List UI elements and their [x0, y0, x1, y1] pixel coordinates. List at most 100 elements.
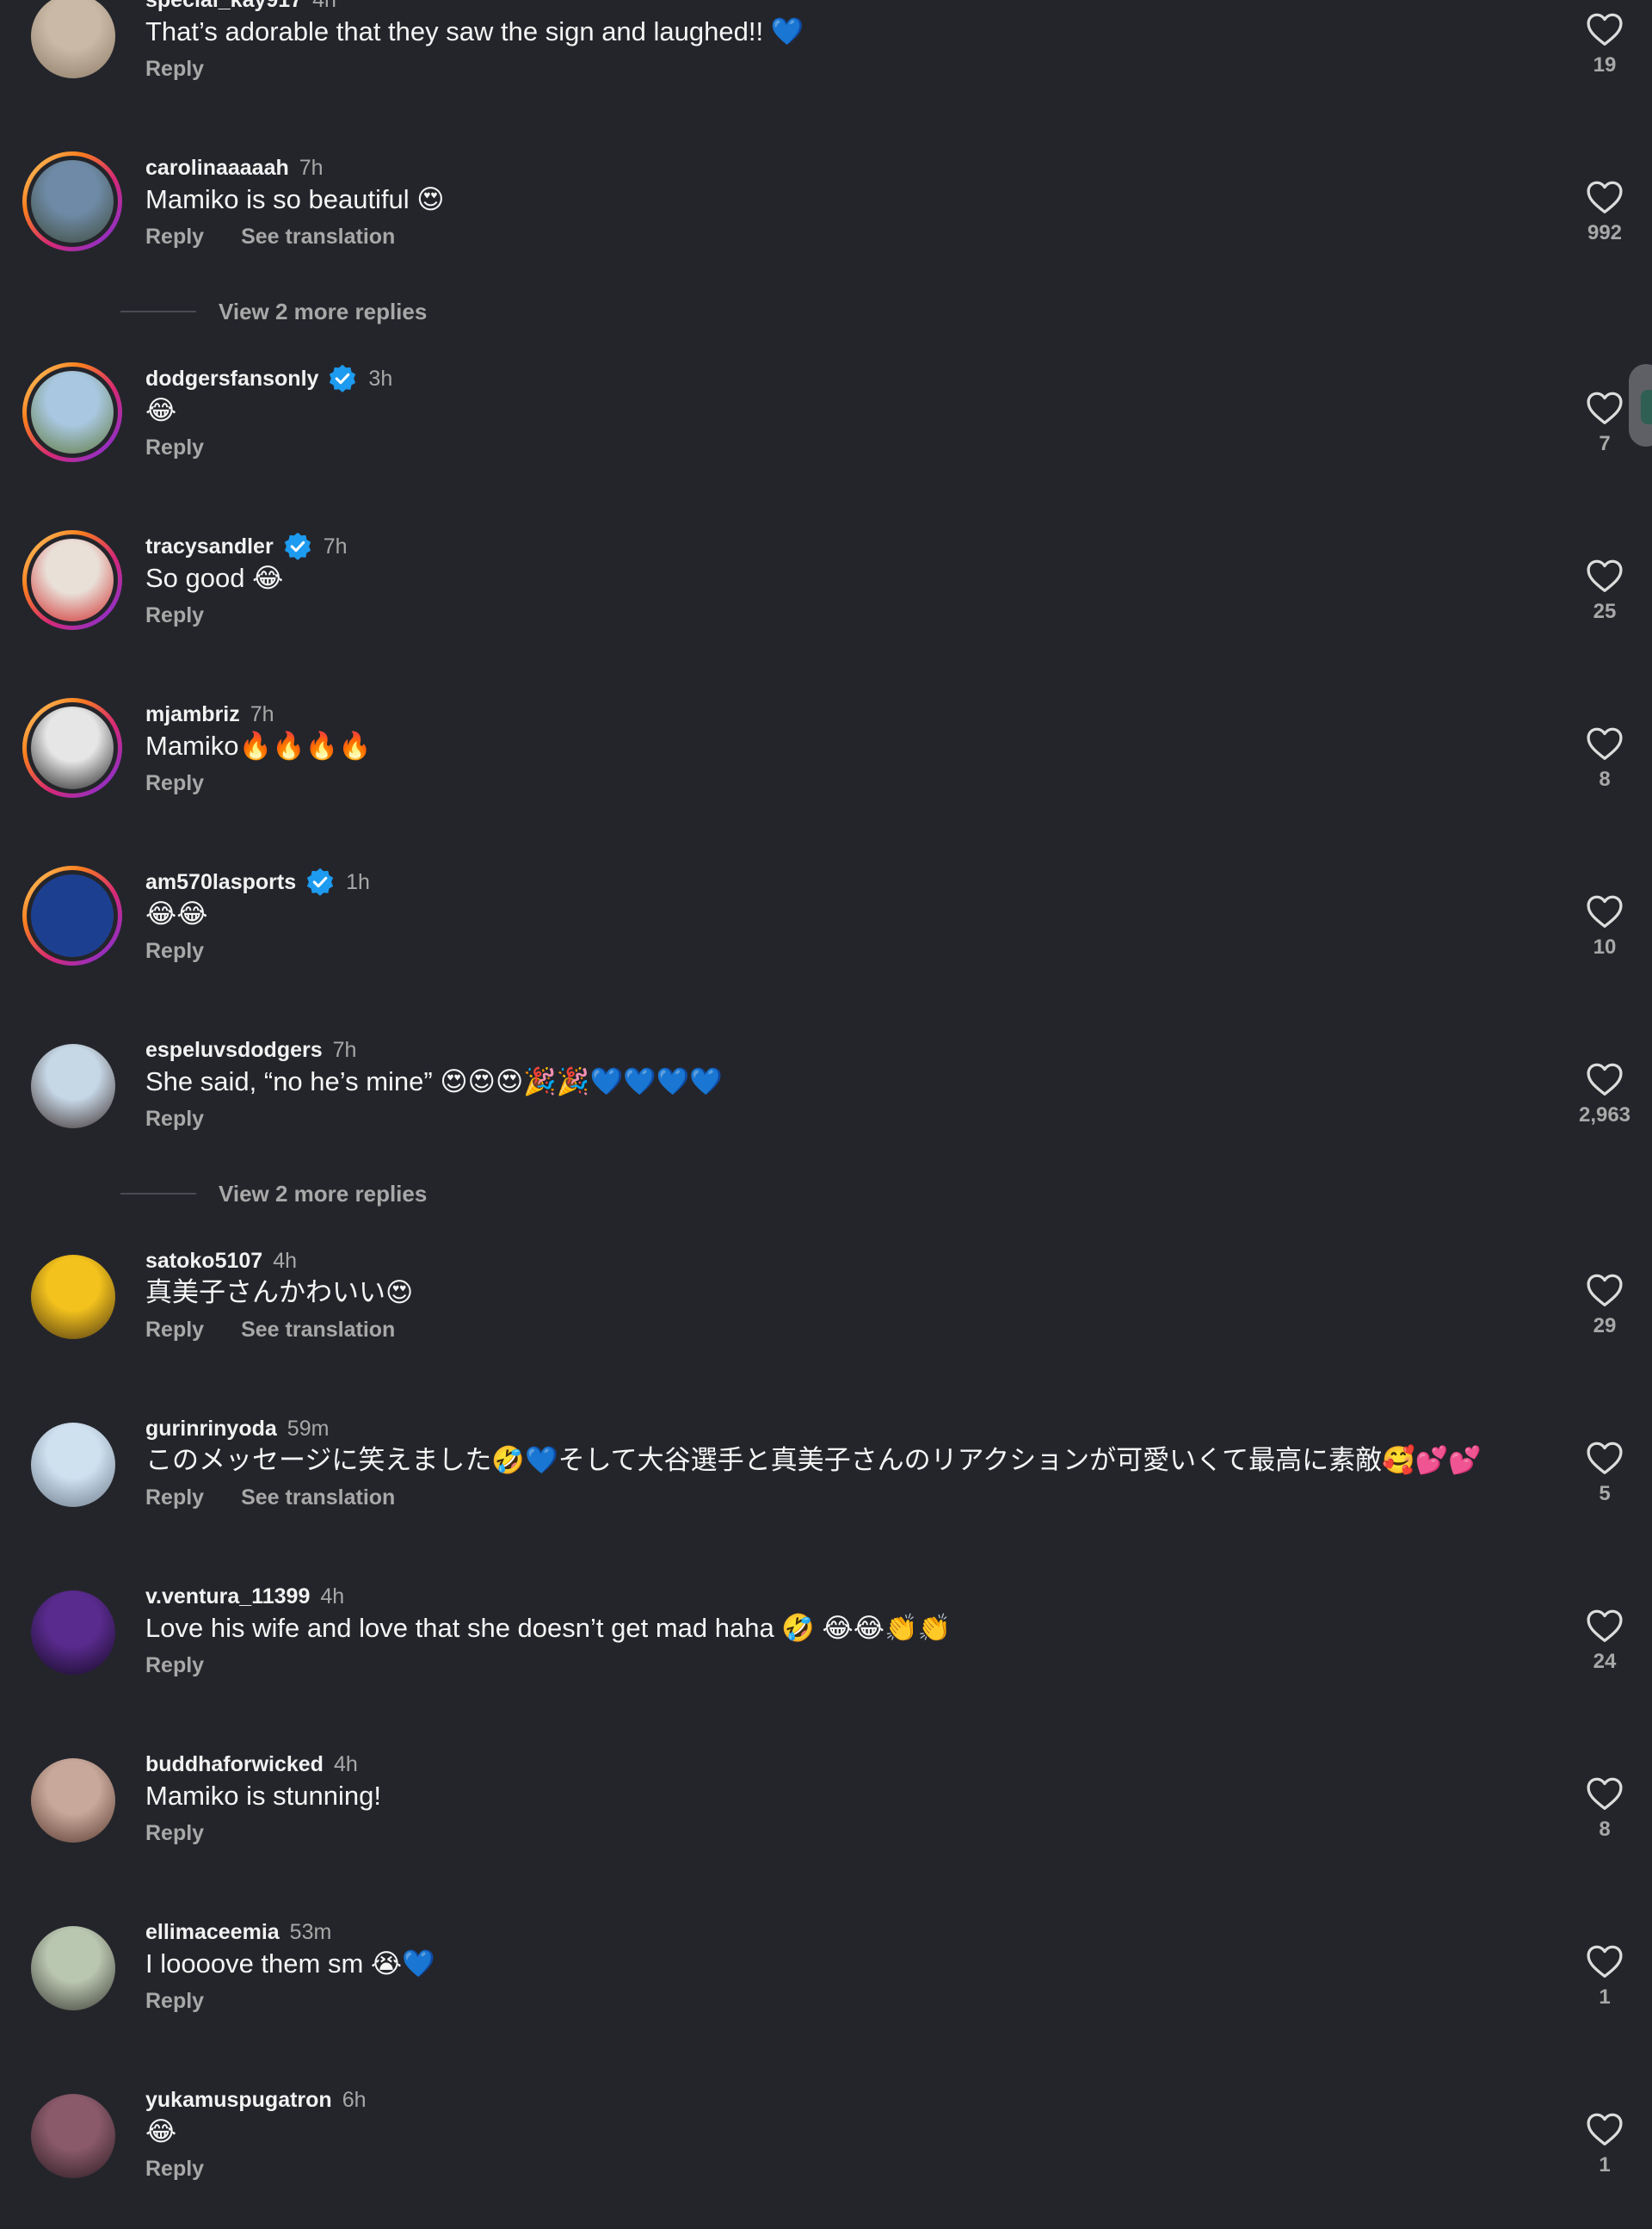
comment-header: tracysandler 7h	[145, 532, 348, 561]
avatar-image	[31, 1926, 115, 2010]
avatar[interactable]	[22, 530, 122, 630]
comment-text: このメッセージに笑えました🤣💙そして大谷選手と真美子さんのリアクションが可愛いく…	[145, 1445, 1482, 1475]
comment-username[interactable]: mjambriz	[145, 702, 240, 727]
avatar[interactable]	[22, 698, 122, 798]
like-count: 24	[1593, 1650, 1617, 1673]
comment-item: carolinaaaaah 7h Mamiko is so beautiful 😍 R…	[0, 151, 1652, 319]
like-button[interactable]: 992	[1566, 180, 1643, 245]
avatar[interactable]	[31, 0, 115, 78]
heart-outline-icon	[1587, 1609, 1623, 1642]
reply-button[interactable]: Reply	[145, 225, 204, 250]
like-button[interactable]: 5	[1566, 1441, 1643, 1506]
avatar[interactable]	[31, 1758, 115, 1843]
comment-username[interactable]: am570lasports	[145, 870, 296, 895]
comment-text: 真美子さんかわいい😍	[145, 1277, 414, 1307]
like-count: 8	[1599, 768, 1611, 791]
comment-timestamp: 59m	[287, 1416, 330, 1441]
like-button[interactable]: 29	[1566, 1273, 1643, 1338]
avatar[interactable]	[31, 1926, 115, 2010]
comment-header: special_kay917 4h	[145, 0, 336, 15]
reply-button[interactable]: Reply	[145, 57, 204, 82]
reply-button[interactable]: Reply	[145, 1107, 204, 1132]
comment-text: Mamiko is stunning!	[145, 1781, 381, 1811]
like-count: 2,963	[1578, 1103, 1631, 1127]
verified-badge-icon	[330, 364, 356, 392]
comment-header: am570lasports 1h	[145, 868, 370, 897]
avatar-image	[31, 1044, 115, 1128]
view-more-replies-button[interactable]: View 2 more replies	[120, 296, 427, 327]
comment-actions: Reply	[145, 57, 204, 82]
comment-timestamp: 53m	[289, 1919, 332, 1944]
comment-username[interactable]: buddhaforwicked	[145, 1752, 324, 1777]
avatar-image	[31, 1255, 115, 1339]
comment-item: gurinrinyoda 59m このメッセージに笑えました🤣💙そして大谷選手と真美…	[0, 1412, 1652, 1580]
comment-item: ellimaceemia 53m I loooove them sm 😭💙 Reply…	[0, 1916, 1652, 2084]
comment-username[interactable]: espeluvsdodgers	[145, 1038, 323, 1063]
like-count: 8	[1599, 1818, 1611, 1841]
comment-actions: Reply	[145, 939, 204, 964]
scroll-handle[interactable]	[1629, 364, 1652, 447]
comment-text: She said, “no he’s mine” 😍😍😍🎉🎉💙💙💙💙	[145, 1066, 723, 1096]
comment-text: I loooove them sm 😭💙	[145, 1948, 435, 1979]
avatar[interactable]	[31, 2094, 115, 2178]
heart-outline-icon	[1587, 727, 1623, 760]
reply-button[interactable]: Reply	[145, 1485, 204, 1510]
avatar[interactable]	[31, 1423, 115, 1507]
see-translation-button[interactable]: See translation	[241, 225, 395, 250]
like-button[interactable]: 10	[1566, 894, 1643, 960]
comment-username[interactable]: tracysandler	[145, 534, 274, 559]
avatar[interactable]	[22, 151, 122, 251]
reply-button[interactable]: Reply	[145, 1653, 204, 1678]
avatar[interactable]	[31, 1255, 115, 1339]
like-button[interactable]: 1	[1566, 2112, 1643, 2177]
avatar[interactable]	[22, 866, 122, 966]
reply-button[interactable]: Reply	[145, 435, 204, 460]
reply-button[interactable]: Reply	[145, 2157, 204, 2182]
comment-username[interactable]: carolinaaaaah	[145, 156, 289, 181]
avatar-image	[31, 1590, 115, 1675]
comment-username[interactable]: special_kay917	[145, 0, 302, 13]
like-button[interactable]: 8	[1566, 726, 1643, 792]
like-count: 992	[1587, 221, 1623, 244]
comment-item: tracysandler 7h So good 😂 Reply 25	[0, 530, 1652, 698]
comment-timestamp: 3h	[368, 366, 393, 391]
see-translation-button[interactable]: See translation	[241, 1485, 395, 1510]
like-button[interactable]: 25	[1566, 559, 1643, 624]
comment-actions: Reply See translation	[145, 1318, 395, 1343]
comment-username[interactable]: dodgersfansonly	[145, 367, 318, 392]
avatar-image	[31, 0, 115, 78]
comment-actions: Reply	[145, 771, 204, 796]
like-button[interactable]: 8	[1566, 1776, 1643, 1842]
like-count: 10	[1593, 935, 1617, 959]
comment-header: v.ventura_11399 4h	[145, 1582, 344, 1611]
reply-button[interactable]: Reply	[145, 771, 204, 796]
avatar[interactable]	[22, 362, 122, 462]
reply-button[interactable]: Reply	[145, 1318, 204, 1343]
view-more-replies-label: View 2 more replies	[219, 298, 428, 324]
comment-username[interactable]: gurinrinyoda	[145, 1417, 277, 1442]
comment-item: dodgersfansonly 3h 😂 Reply 7	[0, 362, 1652, 530]
avatar[interactable]	[31, 1590, 115, 1675]
avatar-image	[27, 156, 118, 247]
comment-username[interactable]: satoko5107	[145, 1249, 262, 1274]
comment-username[interactable]: v.ventura_11399	[145, 1584, 310, 1609]
comment-username[interactable]: ellimaceemia	[145, 1920, 280, 1945]
like-button[interactable]: 24	[1566, 1608, 1643, 1674]
comment-item: special_kay917 4h That’s adorable that the…	[0, 0, 1652, 151]
reply-button[interactable]: Reply	[145, 1821, 204, 1846]
comment-header: ellimaceemia 53m	[145, 1917, 331, 1947]
like-button[interactable]: 2,963	[1566, 1062, 1643, 1127]
comment-username[interactable]: yukamuspugatron	[145, 2088, 332, 2113]
view-more-replies-button[interactable]: View 2 more replies	[120, 1178, 427, 1209]
reply-button[interactable]: Reply	[145, 1989, 204, 2014]
comment-item: satoko5107 4h 真美子さんかわいい😍 Reply See translati…	[0, 1244, 1652, 1412]
avatar[interactable]	[31, 1044, 115, 1128]
see-translation-button[interactable]: See translation	[241, 1318, 395, 1343]
comment-text: Mamiko is so beautiful 😍	[145, 184, 445, 214]
like-button[interactable]: 1	[1566, 1944, 1643, 2010]
comment-header: yukamuspugatron 6h	[145, 2085, 367, 2115]
reply-button[interactable]: Reply	[145, 939, 204, 964]
comment-header: espeluvsdodgers 7h	[145, 1035, 356, 1065]
like-button[interactable]: 19	[1566, 12, 1643, 77]
reply-button[interactable]: Reply	[145, 603, 204, 628]
